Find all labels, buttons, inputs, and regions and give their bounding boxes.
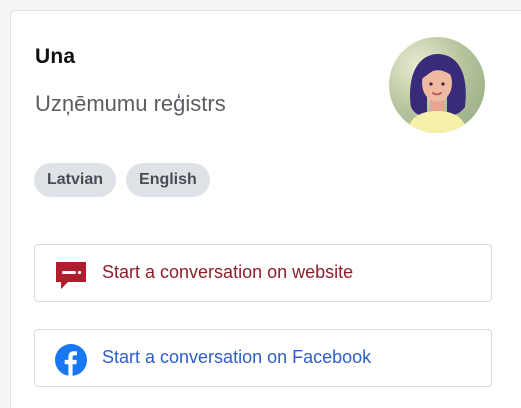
start-facebook-conversation-button[interactable]: Start a conversation on Facebook xyxy=(34,329,492,387)
language-chips: Latvian English xyxy=(34,163,210,197)
agent-name: Una xyxy=(35,45,76,68)
facebook-icon xyxy=(55,344,87,376)
chat-bubble-icon xyxy=(56,262,86,289)
language-chip-latvian: Latvian xyxy=(34,163,117,197)
agent-card: Una Uzņēmumu reģistrs Latvian English St… xyxy=(10,10,521,408)
start-facebook-conversation-label: Start a conversation on Facebook xyxy=(102,347,372,367)
woman-avatar-icon xyxy=(407,54,467,133)
language-chip-english: English xyxy=(126,163,210,197)
avatar xyxy=(389,37,485,133)
start-website-conversation-label: Start a conversation on website xyxy=(102,262,354,282)
agent-organization: Uzņēmumu reģistrs xyxy=(35,91,226,116)
start-website-conversation-button[interactable]: Start a conversation on website xyxy=(34,244,492,302)
